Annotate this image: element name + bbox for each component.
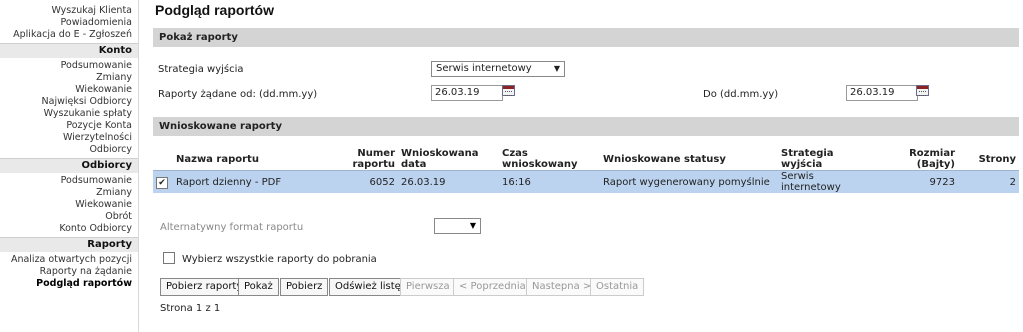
sidebar-item-odbiorcy-wiekowanie[interactable]: Wiekowanie [0, 199, 138, 211]
sidebar-item-wyszukaj-klienta[interactable]: Wyszukaj Klienta [0, 5, 138, 17]
first-page-button[interactable]: Pierwsza [400, 278, 456, 296]
header-status: Wnioskowane statusy [600, 148, 778, 171]
header-strategy: Strategia wyjścia [778, 148, 872, 171]
row-checkbox[interactable]: ✔ [156, 177, 168, 189]
cell-pages: 2 [958, 170, 1019, 193]
row-select-cell: ✔ [153, 170, 173, 193]
header-name: Nazwa raportu [173, 148, 324, 171]
date-from-field[interactable]: 26.03.19 [431, 85, 503, 101]
cell-time: 16:16 [499, 170, 600, 193]
chevron-down-icon: ▼ [553, 64, 560, 73]
strategy-label: Strategia wyjścia [158, 64, 244, 75]
download-button[interactable]: Pobierz [280, 278, 329, 296]
date-to-field[interactable]: 26.03.19 [846, 85, 918, 101]
sidebar-item-analiza[interactable]: Analiza otwartych pozycji [0, 254, 138, 266]
last-page-button[interactable]: Ostatnia [590, 278, 645, 296]
header-date: Wnioskowana data [398, 148, 499, 171]
header-number: Numer raportu [324, 148, 398, 171]
filter-section-header: Pokaż raporty [153, 28, 1019, 47]
alt-format-select[interactable]: ▼ [434, 218, 481, 234]
strategy-select[interactable]: Serwis internetowy ▼ [431, 61, 565, 77]
sidebar-section-konto: Konto [0, 43, 138, 58]
sidebar-item-podglad-raportow[interactable]: Podgląd raportów [0, 278, 138, 290]
sidebar-section-raporty: Raporty [0, 237, 138, 252]
sidebar-nav: Wyszukaj Klienta Powiadomienia Aplikacja… [0, 0, 139, 332]
header-pages: Strony [958, 148, 1019, 171]
sidebar-item-pozycje-konta-line2: Wierzytelności [62, 132, 132, 143]
sidebar-item-odbiorcy-zmiany[interactable]: Zmiany [0, 187, 138, 199]
cell-strategy: Serwis internetowy [778, 170, 872, 193]
sidebar-item-konto-wiekowanie[interactable]: Wiekowanie [0, 84, 138, 96]
sidebar-item-konto-zmiany[interactable]: Zmiany [0, 72, 138, 84]
sidebar-item-konto-odbiorcy-detail[interactable]: Konto Odbiorcy [0, 223, 138, 235]
sidebar-item-wyszukanie-splaty[interactable]: Wyszukanie spłaty [0, 108, 138, 120]
cell-status: Raport wygenerowany pomyślnie [600, 170, 778, 193]
sidebar-item-aplikacja[interactable]: Aplikacja do E - Zgłoszeń [0, 29, 138, 41]
calendar-icon[interactable] [502, 85, 515, 96]
header-size: Rozmiar (Bajty) [872, 148, 958, 171]
cell-date: 26.03.19 [398, 170, 499, 193]
sidebar-item-obrot[interactable]: Obrót [0, 211, 138, 223]
select-all-checkbox[interactable] [163, 252, 175, 264]
reports-section-header: Wnioskowane raporty [153, 117, 1019, 136]
header-time: Czas wnioskowany [499, 148, 600, 171]
sidebar-item-powiadomienia[interactable]: Powiadomienia [0, 17, 138, 29]
header-select [153, 148, 173, 171]
previous-page-button[interactable]: < Poprzednia [453, 278, 532, 296]
reports-table: Nazwa raportu Numer raportu Wnioskowana … [153, 148, 1019, 193]
page-title: Podgląd raportów [155, 2, 274, 18]
calendar-icon[interactable] [916, 85, 929, 96]
sidebar-item-najwieksi-odbiorcy[interactable]: Najwięksi Odbiorcy [0, 96, 138, 108]
sidebar-item-odbiorcy-podsumowanie[interactable]: Podsumowanie [0, 175, 138, 187]
sidebar-item-pozycje-konta[interactable]: Pozycje Konta Wierzytelności [0, 120, 138, 144]
sidebar-section-odbiorcy: Odbiorcy [0, 158, 138, 173]
show-button[interactable]: Pokaż [238, 278, 279, 296]
table-row[interactable]: ✔ Raport dzienny - PDF 6052 26.03.19 16:… [153, 170, 1019, 193]
cell-name: Raport dzienny - PDF [173, 170, 324, 193]
sidebar-item-konto-podsumowanie[interactable]: Podsumowanie [0, 60, 138, 72]
sidebar-item-konto-odbiorcy[interactable]: Odbiorcy [0, 144, 138, 156]
chevron-down-icon: ▼ [469, 221, 476, 230]
strategy-select-value: Serwis internetowy [436, 63, 532, 74]
next-page-button[interactable]: Nastepna > [526, 278, 598, 296]
sidebar-item-pozycje-konta-line1: Pozycje Konta [66, 120, 132, 131]
date-to-label: Do (dd.mm.yy) [703, 89, 779, 100]
sidebar-item-raporty-na-zadanie[interactable]: Raporty na żądanie [0, 266, 138, 278]
cell-size: 9723 [872, 170, 958, 193]
refresh-list-button[interactable]: Odśwież listę [329, 278, 407, 296]
pagination-text: Strona 1 z 1 [160, 303, 221, 314]
fetch-reports-button[interactable]: Pobierz raporty [160, 278, 249, 296]
alt-format-label: Alternatywny format raportu [160, 222, 304, 233]
reports-table-header: Nazwa raportu Numer raportu Wnioskowana … [153, 148, 1019, 171]
date-from-label: Raporty żądane od: (dd.mm.yy) [158, 89, 318, 100]
cell-number: 6052 [324, 170, 398, 193]
main-content: Podgląd raportów Pokaż raporty Strategia… [150, 0, 1020, 332]
select-all-label: Wybierz wszystkie raporty do pobrania [182, 254, 377, 265]
